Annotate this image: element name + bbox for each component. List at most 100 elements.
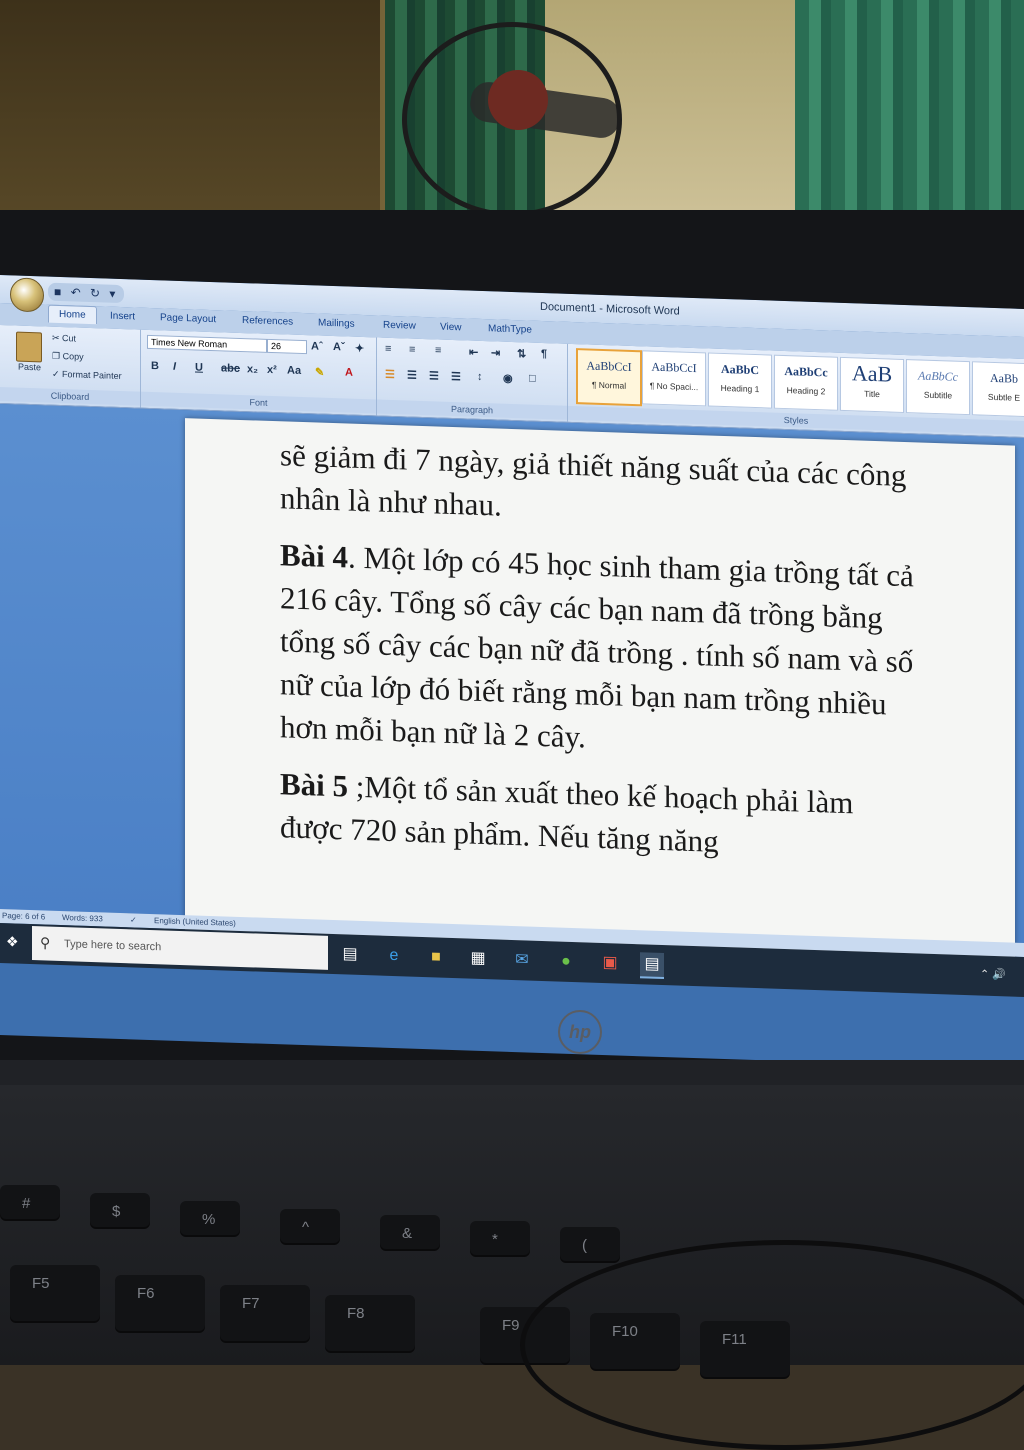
key-9: ( (560, 1227, 620, 1261)
align-right-icon[interactable]: ☰ (429, 369, 439, 382)
style-sample: AaBb (990, 370, 1018, 386)
copy-icon: ❐ (52, 350, 63, 362)
office-app-icon[interactable]: ▣ (598, 951, 622, 976)
sort-icon[interactable]: ⇅ (517, 347, 526, 360)
office-button[interactable] (10, 277, 44, 313)
grow-font-icon[interactable]: Aˆ (311, 340, 323, 352)
tab-mailings[interactable]: Mailings (318, 318, 355, 330)
word-count[interactable]: Words: 933 (62, 913, 103, 923)
justify-icon[interactable]: ☰ (451, 370, 461, 383)
windows-start-icon[interactable]: ❖ (6, 933, 19, 950)
key-3: # (0, 1185, 60, 1219)
strikethrough-icon[interactable]: abc (221, 362, 240, 375)
system-tray[interactable]: ⌃ 🔊 (980, 968, 1006, 982)
shading-icon[interactable]: ◉ (503, 372, 513, 385)
align-center-icon[interactable]: ☰ (407, 369, 417, 382)
paragraph-bai-5: Bài 5 ;Một tổ sản xuất theo kế hoạch phả… (280, 762, 920, 869)
brush-icon: ✓ (52, 368, 63, 380)
page-count[interactable]: Page: 6 of 6 (2, 911, 45, 921)
style-sample: AaBbCcI (586, 358, 632, 374)
tab-page-layout[interactable]: Page Layout (160, 312, 216, 325)
tab-references[interactable]: References (242, 315, 293, 328)
style-heading-2[interactable]: AaBbCc Heading 2 (774, 354, 838, 411)
key-7: & (380, 1215, 440, 1249)
style-name: Heading 2 (786, 385, 826, 397)
shrink-font-icon[interactable]: Aˇ (333, 341, 345, 353)
borders-icon[interactable]: □ (529, 373, 536, 385)
decrease-indent-icon[interactable]: ⇤ (469, 346, 478, 359)
tab-review[interactable]: Review (383, 320, 416, 332)
style-subtle-emphasis[interactable]: AaBb Subtle E (972, 361, 1024, 418)
style-normal[interactable]: AaBbCcI ¶ Normal (576, 348, 642, 407)
paste-button[interactable]: Paste (18, 362, 41, 373)
clipboard-group: Paste ✂ Cut ❐ Copy ✓ Format Painter Clip… (0, 325, 141, 408)
clear-format-icon[interactable]: ✦ (355, 342, 364, 355)
bold-icon[interactable]: B (151, 360, 159, 372)
styles-group: AaBbCcI ¶ Normal AaBbCcI ¶ No Spaci... A… (568, 344, 1024, 437)
font-group: Times New Roman 26 Aˆ Aˇ ✦ B I U abc x₂ … (141, 329, 377, 416)
paragraph-bai-4: Bài 4. Một lớp có 45 học sinh tham gia t… (280, 533, 920, 769)
underline-icon[interactable]: U (195, 361, 203, 373)
style-heading-1[interactable]: AaBbC Heading 1 (708, 352, 772, 409)
word-taskbar-icon[interactable]: ▤ (640, 952, 664, 980)
power-cable (520, 1240, 1024, 1450)
align-left-icon[interactable]: ☰ (385, 368, 395, 381)
format-painter-button[interactable]: ✓ Format Painter (52, 369, 122, 382)
style-no-spacing[interactable]: AaBbCcI ¶ No Spaci... (642, 350, 706, 407)
style-name: ¶ No Spaci... (649, 380, 699, 393)
tab-home[interactable]: Home (48, 304, 97, 325)
taskbar-search[interactable]: ⚲ Type here to search (32, 926, 328, 970)
task-view-icon[interactable]: ▤ (338, 942, 362, 967)
file-explorer-icon[interactable]: ■ (424, 945, 448, 970)
wall-shadow (0, 0, 380, 240)
laptop-screen: ■ ↶ ↻ ▾ Document1 - Microsoft Word Home … (0, 275, 1024, 1069)
change-case-icon[interactable]: Aa (287, 365, 301, 377)
style-sample: AaBbCc (784, 364, 828, 380)
style-name: Subtle E (987, 391, 1021, 403)
line-spacing-icon[interactable]: ↕ (477, 371, 483, 383)
numbering-icon[interactable]: ≡ (409, 344, 415, 356)
redo-icon[interactable]: ↻ (90, 284, 103, 302)
tab-view[interactable]: View (440, 322, 462, 334)
search-placeholder: Type here to search (64, 938, 162, 954)
cut-button[interactable]: ✂ Cut (52, 333, 76, 345)
tab-mathtype[interactable]: MathType (488, 323, 532, 335)
document-page[interactable]: sẽ giảm đi 7 ngày, giả thiết năng suất c… (185, 418, 1015, 966)
qat-dropdown-icon[interactable]: ▾ (109, 285, 118, 303)
proofing-icon[interactable]: ✓ (130, 915, 137, 924)
document-text[interactable]: sẽ giảm đi 7 ngày, giả thiết năng suất c… (280, 433, 920, 883)
mail-icon[interactable]: ✉ (510, 948, 534, 973)
browser-icon[interactable]: ● (554, 949, 578, 974)
save-icon[interactable]: ■ (54, 283, 64, 301)
key-f6: F6 (115, 1275, 205, 1331)
edge-icon[interactable]: e (382, 944, 406, 969)
language-indicator[interactable]: English (United States) (154, 916, 236, 928)
fan-hub (488, 70, 548, 130)
document-area: sẽ giảm đi 7 ngày, giả thiết năng suất c… (0, 404, 1024, 966)
font-color-icon[interactable]: A (345, 366, 353, 378)
style-sample: AaBbCcI (651, 359, 697, 376)
bullets-icon[interactable]: ≡ (385, 343, 391, 355)
copy-button[interactable]: ❐ Copy (52, 351, 84, 363)
font-size-select[interactable]: 26 (267, 338, 307, 355)
font-family-select[interactable]: Times New Roman (147, 334, 267, 353)
undo-icon[interactable]: ↶ (71, 283, 84, 301)
clipboard-label: Clipboard (0, 387, 140, 406)
increase-indent-icon[interactable]: ⇥ (491, 346, 500, 359)
store-icon[interactable]: ▦ (466, 946, 490, 971)
show-marks-icon[interactable]: ¶ (541, 348, 547, 360)
italic-icon[interactable]: I (173, 361, 176, 373)
superscript-icon[interactable]: x² (267, 364, 277, 376)
style-name: Subtitle (923, 389, 953, 401)
style-subtitle[interactable]: AaBbCc Subtitle (906, 359, 970, 416)
paste-icon[interactable] (16, 331, 42, 363)
key-f8: F8 (325, 1295, 415, 1351)
highlight-icon[interactable]: ✎ (315, 365, 324, 378)
tab-insert[interactable]: Insert (110, 311, 135, 323)
subscript-icon[interactable]: x₂ (247, 363, 258, 375)
scissors-icon: ✂ (52, 332, 63, 344)
style-title[interactable]: AaB Title (840, 356, 904, 413)
exercise-heading: Bài 4 (280, 537, 349, 575)
style-name: ¶ Normal (591, 379, 627, 391)
multilevel-list-icon[interactable]: ≡ (435, 344, 441, 356)
